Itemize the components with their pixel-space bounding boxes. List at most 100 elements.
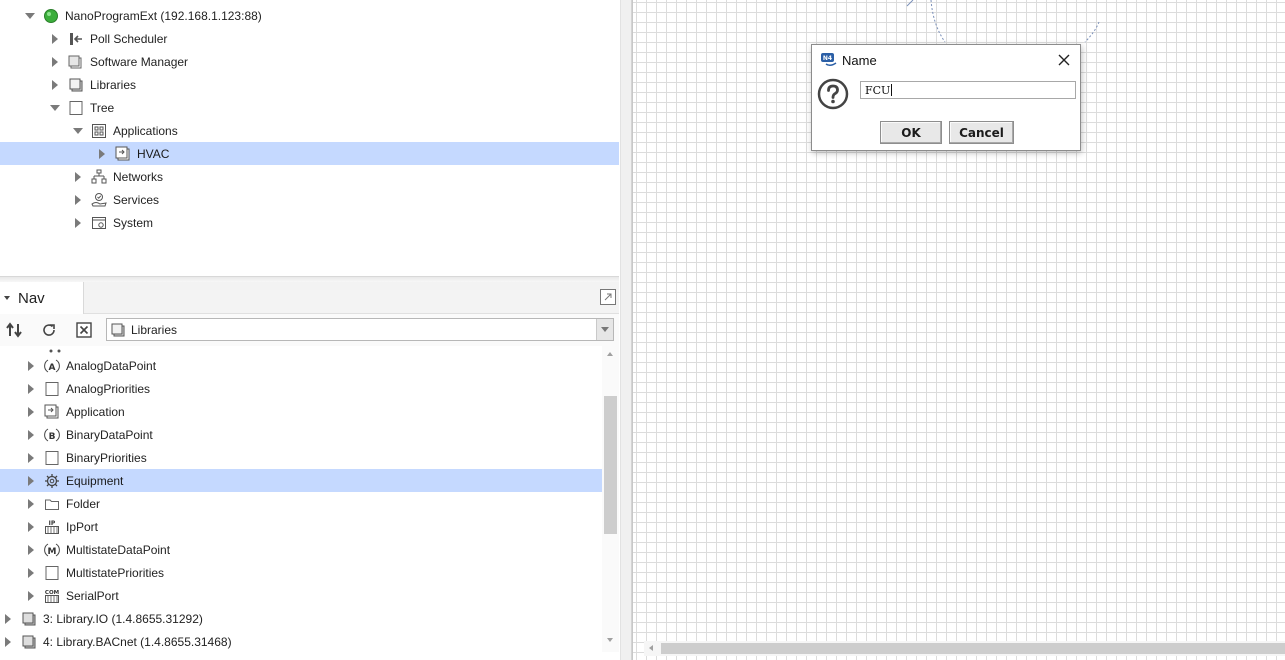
- tree-row-serial-port[interactable]: COM SerialPort: [26, 584, 119, 607]
- close-box-icon[interactable]: [74, 320, 94, 340]
- tree-row-analog-priorities[interactable]: AnalogPriorities: [26, 377, 150, 400]
- expand-arrow-icon[interactable]: [26, 567, 36, 578]
- poll-scheduler-icon: [68, 31, 84, 47]
- expand-arrow-icon[interactable]: [26, 429, 36, 440]
- nav-tab-title: Nav: [18, 289, 45, 307]
- expand-arrow-icon[interactable]: [73, 194, 83, 205]
- cancel-button[interactable]: Cancel: [949, 121, 1014, 144]
- collapse-arrow-icon[interactable]: [25, 11, 35, 21]
- root-selector-dropdown[interactable]: Libraries: [106, 318, 614, 341]
- scrollbar-thumb[interactable]: [604, 396, 617, 534]
- applications-icon: [91, 123, 107, 139]
- analog-datapoint-icon: A: [44, 358, 60, 374]
- expand-arrow-icon[interactable]: [26, 406, 36, 417]
- ip-port-icon: IP: [44, 519, 60, 535]
- blank-component-icon: [44, 381, 60, 397]
- expand-arrow-icon[interactable]: [26, 590, 36, 601]
- expand-arrow-icon[interactable]: [97, 148, 107, 159]
- expand-arrow-icon[interactable]: [50, 56, 60, 67]
- tree-row-libraries[interactable]: Libraries: [50, 73, 136, 96]
- tree-label: Equipment: [66, 473, 124, 488]
- tree-row-multistate-datapoint[interactable]: M MultistateDataPoint: [26, 538, 170, 561]
- tree-label: IpPort: [66, 519, 99, 534]
- name-input-value: FCU: [865, 83, 891, 97]
- tree-row-binary-priorities[interactable]: BinaryPriorities: [26, 446, 147, 469]
- name-input[interactable]: FCU: [860, 81, 1076, 99]
- nav-tree-scrollbar[interactable]: [602, 346, 619, 652]
- tree-label: 3: Library.IO (1.4.8655.31292): [43, 611, 203, 626]
- root-selector-value: Libraries: [131, 322, 178, 337]
- expand-arrow-icon[interactable]: [3, 613, 13, 624]
- tree-row-application[interactable]: Application: [26, 400, 125, 423]
- tree-row-networks[interactable]: Networks: [73, 165, 163, 188]
- libraries-icon: [110, 322, 126, 338]
- tree-row-tree[interactable]: Tree: [50, 96, 114, 119]
- tree-label: Networks: [113, 169, 164, 184]
- svg-text:A: A: [49, 363, 56, 373]
- folder-icon: [44, 496, 60, 512]
- tree-row-system[interactable]: System: [73, 211, 153, 234]
- expand-arrow-icon[interactable]: [26, 544, 36, 555]
- folder-icon: [68, 100, 84, 116]
- tree-label: Folder: [66, 496, 101, 511]
- tree-label: Applications: [113, 123, 178, 138]
- svg-text:M: M: [48, 547, 57, 557]
- maximize-icon[interactable]: [599, 288, 617, 306]
- sync-icon[interactable]: [4, 320, 24, 340]
- nav-tab[interactable]: Nav: [0, 282, 84, 314]
- tree-row-software-manager[interactable]: Software Manager: [50, 50, 188, 73]
- expand-arrow-icon[interactable]: [26, 498, 36, 509]
- tree-row-analog-datapoint[interactable]: A AnalogDataPoint: [26, 354, 156, 377]
- expand-arrow-icon[interactable]: [73, 171, 83, 182]
- chevron-down-icon[interactable]: [4, 296, 10, 300]
- dialog-title-bar[interactable]: N4 Name: [812, 45, 1080, 75]
- scroll-down-icon[interactable]: [607, 638, 613, 642]
- tree-row-folder[interactable]: Folder: [26, 492, 100, 515]
- dropdown-arrow-icon[interactable]: [596, 319, 613, 340]
- scroll-up-icon[interactable]: [607, 352, 613, 356]
- tree-row-equipment[interactable]: Equipment: [0, 469, 602, 492]
- tree-row-poll-scheduler[interactable]: Poll Scheduler: [50, 27, 167, 50]
- vertical-splitter[interactable]: [620, 0, 632, 660]
- tree-row-ip-port[interactable]: IP IpPort: [26, 515, 98, 538]
- tree-label: Libraries: [90, 77, 137, 92]
- tree-row-library-bacnet[interactable]: 4: Library.BACnet (1.4.8655.31468): [3, 630, 232, 653]
- expand-arrow-icon[interactable]: [50, 33, 60, 44]
- tree-label: Application: [66, 404, 125, 419]
- application-icon: [115, 146, 131, 162]
- tree-row-binary-datapoint[interactable]: B BinaryDataPoint: [26, 423, 153, 446]
- expand-arrow-icon[interactable]: [26, 521, 36, 532]
- expand-arrow-icon[interactable]: [3, 636, 13, 647]
- refresh-icon[interactable]: [39, 320, 59, 340]
- collapse-arrow-icon[interactable]: [73, 126, 83, 136]
- expand-arrow-icon[interactable]: [26, 475, 36, 486]
- tree-label: Tree: [90, 100, 115, 115]
- tree-row-station[interactable]: NanoProgramExt (192.168.1.123:88): [25, 4, 262, 27]
- scrollbar-thumb[interactable]: [661, 643, 1285, 654]
- expand-arrow-icon[interactable]: [73, 217, 83, 228]
- canvas-horizontal-scrollbar[interactable]: [644, 641, 1285, 656]
- scroll-left-icon[interactable]: [649, 645, 653, 651]
- svg-text:B: B: [49, 432, 56, 442]
- close-icon[interactable]: [1056, 52, 1072, 68]
- collapse-arrow-icon[interactable]: [50, 103, 60, 113]
- expand-arrow-icon[interactable]: [26, 383, 36, 394]
- dialog-title: Name: [842, 52, 877, 68]
- tree-row-hvac[interactable]: HVAC: [0, 142, 619, 165]
- expand-arrow-icon[interactable]: [26, 360, 36, 371]
- svg-text:N4: N4: [823, 55, 832, 62]
- tree-label: NanoProgramExt (192.168.1.123:88): [65, 8, 262, 23]
- tree-row-multistate-priorities[interactable]: MultistatePriorities: [26, 561, 164, 584]
- tree-label: System: [113, 215, 154, 230]
- tree-row-services[interactable]: Services: [73, 188, 159, 211]
- expand-arrow-icon[interactable]: [50, 79, 60, 90]
- tree-label: 4: Library.BACnet (1.4.8655.31468): [43, 634, 232, 649]
- app-logo-icon: N4: [820, 52, 838, 68]
- ok-button[interactable]: OK: [880, 121, 942, 144]
- tree-label: AnalogDataPoint: [66, 358, 157, 373]
- tree-row-applications[interactable]: Applications: [73, 119, 178, 142]
- tree-label: MultistatePriorities: [66, 565, 165, 580]
- station-green-icon: [43, 8, 59, 24]
- expand-arrow-icon[interactable]: [26, 452, 36, 463]
- tree-row-library-io[interactable]: 3: Library.IO (1.4.8655.31292): [3, 607, 203, 630]
